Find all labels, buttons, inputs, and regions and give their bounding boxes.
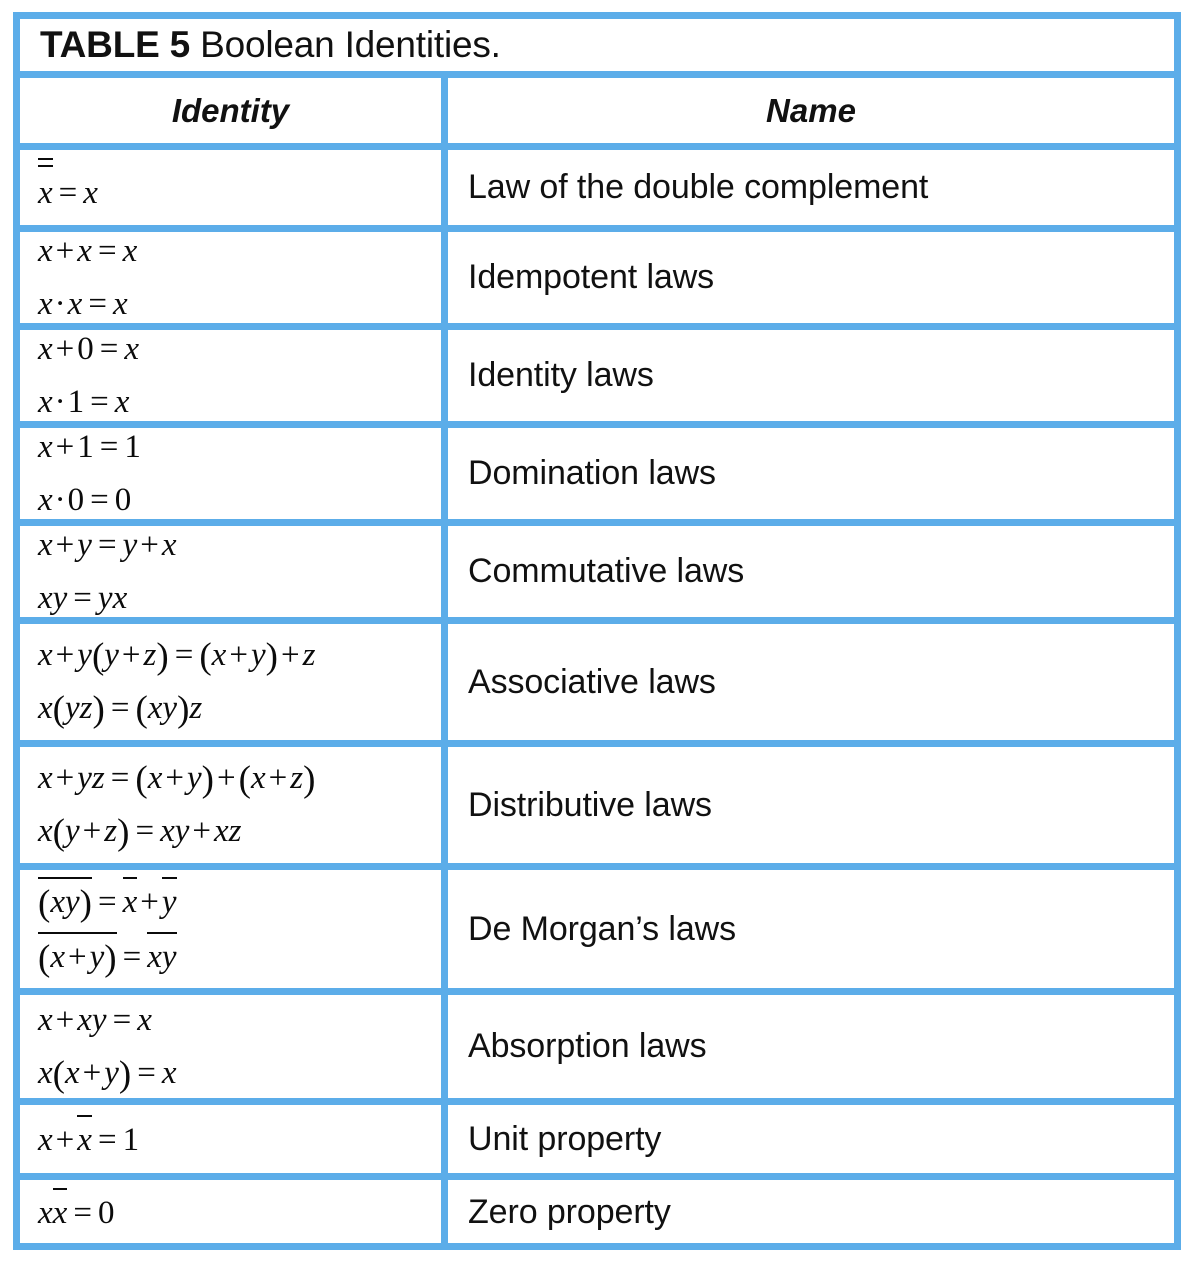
formula-double-complement: x = x [38, 158, 435, 217]
formula-idempotent: x+x = x x·x = x [38, 232, 138, 322]
table-title-text: Boolean Identities. [190, 24, 501, 65]
identity-cell: x = x [20, 150, 448, 225]
formula-associative: x+y(y+z) = (x+y)+z x(yz) = (xy)z [38, 636, 316, 730]
identity-cell: x+y = y+x xy = yx [20, 526, 448, 617]
table-number: TABLE 5 [40, 24, 191, 65]
law-name: Commutative laws [468, 552, 745, 590]
table-row: x+x = 1 Unit property [20, 1105, 1174, 1180]
overline-x: x [147, 932, 162, 981]
table-row: x+y = y+x xy = yx Commutative laws [20, 526, 1174, 624]
law-name: Idempotent laws [468, 258, 715, 296]
table-body: x = x Law of the double complement x+x = x x… [20, 150, 1174, 1245]
table-row: xx = 0 Zero property [20, 1180, 1174, 1245]
table-caption: TABLE 5 Boolean Identities. [40, 24, 501, 66]
identity-cell: x+xy = x x(x+y) = x [20, 995, 448, 1098]
identity-cell: (xy) = x+y (x+y) = xy [20, 870, 448, 988]
table-row: (xy) = x+y (x+y) = xy De Morgan’s laws [20, 870, 1174, 995]
table-header-row: Identity Name [20, 78, 1174, 150]
overline-y: y [161, 877, 177, 926]
law-name: Identity laws [468, 356, 654, 394]
law-name: Unit property [468, 1119, 662, 1158]
formula-domination: x+1 = 1 x·0 = 0 [38, 428, 141, 518]
formula-commutative: x+y = y+x xy = yx [38, 526, 177, 616]
identity-cell: xx = 0 [20, 1180, 448, 1245]
formula-distributive: x+yz = (x+y)+(x+z) x(y+z) = xy+xz [38, 759, 316, 853]
overline-x: x [122, 877, 137, 926]
identity-cell: x+0 = x x·1 = x [20, 330, 448, 421]
law-name: Distributive laws [468, 785, 712, 824]
law-name: Law of the double complement [468, 168, 929, 206]
table-row: x+xy = x x(x+y) = x Absorption laws [20, 995, 1174, 1105]
law-name: Absorption laws [468, 1027, 707, 1065]
formula-absorption: x+xy = x x(x+y) = x [38, 1001, 177, 1095]
identity-cell: x+1 = 1 x·0 = 0 [20, 428, 448, 519]
overline-group: (x+y) [38, 932, 117, 981]
overline-x: x [52, 1188, 67, 1237]
overline-x: x [77, 1114, 92, 1164]
identity-cell: x+x = x x·x = x [20, 232, 448, 323]
column-header-name: Name [766, 91, 856, 129]
overline-group: (xy) [38, 877, 92, 926]
table-row: x = x Law of the double complement [20, 150, 1174, 232]
identity-cell: x+y(y+z) = (x+y)+z x(yz) = (xy)z [20, 624, 448, 740]
formula-unit-property: x+x = 1 [38, 1114, 435, 1164]
table-row: x+1 = 1 x·0 = 0 Domination laws [20, 428, 1174, 526]
formula-identity: x+0 = x x·1 = x [38, 330, 140, 420]
table-row: x+y(y+z) = (x+y)+z x(yz) = (xy)z Associative… [20, 624, 1174, 747]
table-row: x+x = x x·x = x Idempotent laws [20, 232, 1174, 330]
formula-de-morgan: (xy) = x+y (x+y) = xy [38, 877, 435, 981]
formula-zero-property: xx = 0 [38, 1188, 435, 1237]
identity-cell: x+yz = (x+y)+(x+z) x(y+z) = xy+xz [20, 747, 448, 863]
law-name: Domination laws [468, 454, 716, 492]
table-row: x+0 = x x·1 = x Identity laws [20, 330, 1174, 428]
column-header-identity: Identity [20, 78, 448, 143]
table-title-row: TABLE 5 Boolean Identities. [20, 19, 1174, 78]
law-name: De Morgan’s laws [468, 909, 736, 948]
table-page: TABLE 5 Boolean Identities. Identity Nam… [0, 0, 1200, 1270]
double-overline-x: x [38, 158, 53, 217]
boolean-identities-table: TABLE 5 Boolean Identities. Identity Nam… [13, 12, 1181, 1250]
law-name: Associative laws [468, 662, 716, 701]
table-row: x+yz = (x+y)+(x+z) x(y+z) = xy+xz Distributi… [20, 747, 1174, 870]
law-name: Zero property [468, 1193, 671, 1231]
overline-y: y [161, 932, 177, 981]
identity-cell: x+x = 1 [20, 1105, 448, 1173]
